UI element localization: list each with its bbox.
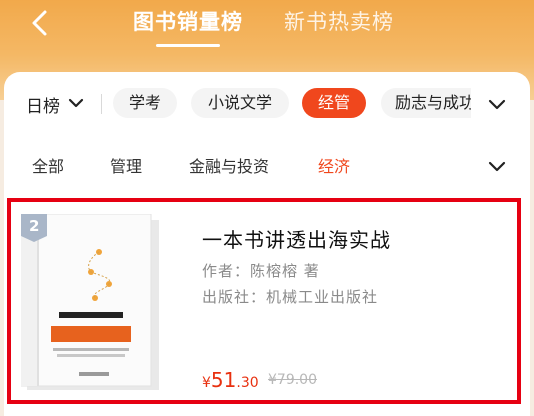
chip-fiction[interactable]: 小说文学 — [191, 88, 289, 118]
tab-new-books[interactable]: 新书热卖榜 — [284, 6, 394, 36]
chevron-down-icon — [68, 98, 84, 108]
chevron-left-icon — [32, 10, 47, 36]
active-tab-indicator — [156, 44, 220, 47]
chevron-down-icon — [488, 99, 506, 110]
subcategory-row: 全部 管理 金融与投资 经济 — [0, 150, 534, 180]
chevron-down-icon — [488, 161, 506, 172]
current-price: ¥51.30 — [202, 368, 259, 392]
rank-number: 2 — [29, 217, 40, 235]
period-dropdown[interactable]: 日榜 — [26, 92, 84, 117]
chip-business[interactable]: 经管 — [302, 88, 366, 118]
period-label: 日榜 — [26, 97, 60, 117]
price-symbol: ¥ — [202, 375, 211, 391]
chip-motivation[interactable]: 励志与成功 — [381, 88, 471, 118]
book-author: 作者：陈榕榕 著 — [202, 262, 320, 280]
expand-categories-button[interactable] — [488, 96, 506, 115]
divider — [101, 94, 102, 114]
category-filter-row: 日榜 学考 小说文学 经管 励志与成功 — [0, 88, 534, 122]
tab-bestseller[interactable]: 图书销量榜 — [133, 6, 243, 36]
original-price: ¥79.00 — [268, 372, 317, 388]
book-list-item[interactable]: 2 一本书讲透出海实战 作者：陈榕榕 著 出版社：机械工业出版社 ¥51.30 … — [7, 198, 521, 404]
price-decimal: .30 — [236, 375, 259, 391]
book-cover[interactable]: 2 — [20, 213, 161, 392]
price-integer: 51 — [210, 368, 237, 392]
back-button[interactable] — [26, 8, 56, 38]
book-publisher: 出版社：机械工业出版社 — [202, 288, 379, 306]
chip-xuekao[interactable]: 学考 — [113, 88, 177, 118]
book-title[interactable]: 一本书讲透出海实战 — [202, 224, 391, 253]
subtab-all[interactable]: 全部 — [32, 153, 64, 177]
subtab-economy[interactable]: 经济 — [318, 153, 350, 177]
rank-badge: 2 — [21, 214, 47, 242]
subtab-management[interactable]: 管理 — [110, 153, 142, 177]
subtab-finance[interactable]: 金融与投资 — [189, 153, 269, 177]
expand-subcategories-button[interactable] — [488, 158, 506, 177]
